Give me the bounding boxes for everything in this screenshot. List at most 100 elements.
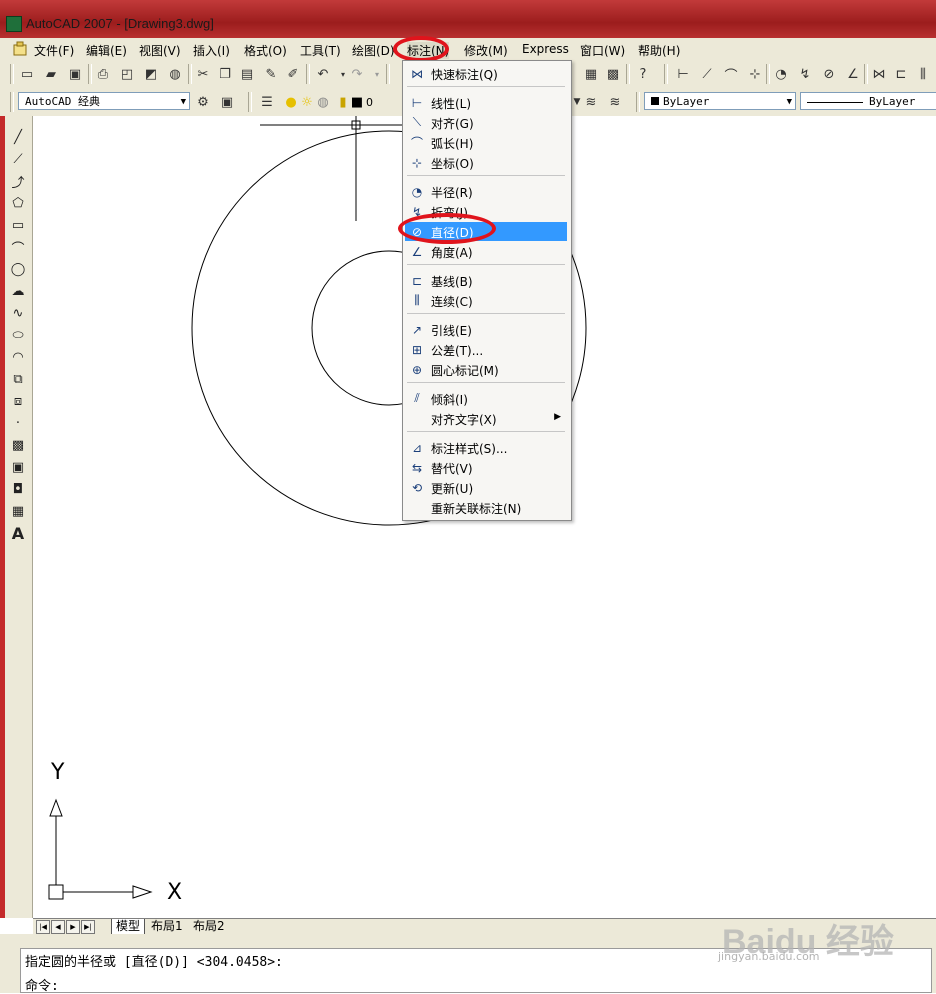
- menuitem-arc-length[interactable]: ⌒ 弧长(H): [405, 133, 567, 152]
- menuitem-align-text[interactable]: 对齐文字(X) ▶: [405, 409, 567, 428]
- menuitem-dimension-style[interactable]: ⊿ 标注样式(S)...: [405, 438, 567, 457]
- make-block-icon[interactable]: ⧈: [9, 392, 27, 410]
- rectangle-icon[interactable]: ▭: [9, 216, 27, 234]
- menuitem-override[interactable]: ⇆ 替代(V): [405, 458, 567, 477]
- command-prompt[interactable]: 命令:: [25, 975, 59, 994]
- match-properties-icon[interactable]: ✎: [262, 65, 280, 83]
- sheet-set-icon[interactable]: ▦: [582, 65, 600, 83]
- copy-icon[interactable]: ❐: [216, 65, 234, 83]
- menu-insert[interactable]: 插入(I): [193, 42, 230, 59]
- region-icon[interactable]: ◘: [9, 480, 27, 498]
- layer-manager-icon[interactable]: ☰: [258, 93, 276, 111]
- spline-icon[interactable]: ∿: [9, 304, 27, 322]
- tb-quick-dim-icon[interactable]: ⋈: [870, 65, 888, 83]
- point-icon[interactable]: ·: [9, 414, 27, 432]
- tb-ordinate-icon[interactable]: ⊹: [746, 65, 764, 83]
- polyline-icon[interactable]: ⤴: [9, 172, 27, 191]
- redo-dropdown-icon[interactable]: ▾: [368, 65, 386, 83]
- tb-arc-length-icon[interactable]: ⌒: [722, 65, 740, 84]
- construction-line-icon[interactable]: ⟋: [9, 150, 27, 168]
- workspace-select[interactable]: AutoCAD 经典 ▼: [18, 92, 190, 110]
- ellipse-icon[interactable]: ⬭: [9, 326, 27, 344]
- color-control-select[interactable]: ByLayer ▼: [644, 92, 796, 110]
- menuitem-continue[interactable]: ⫼ 连续(C): [405, 291, 567, 310]
- prev-tab-icon[interactable]: ◀: [51, 920, 65, 934]
- arc-icon[interactable]: ⌒: [9, 238, 27, 257]
- layer-previous-icon[interactable]: ≋: [606, 93, 624, 111]
- menuitem-oblique[interactable]: ⫽ 倾斜(I): [405, 389, 567, 408]
- redo-icon[interactable]: ↷: [348, 65, 366, 83]
- tb-continue-icon[interactable]: ⫼: [914, 65, 932, 83]
- workspace-settings-icon[interactable]: ⚙: [194, 93, 212, 111]
- tab-layout2[interactable]: 布局2: [189, 919, 229, 934]
- document-icon[interactable]: [12, 41, 28, 56]
- tab-layout1[interactable]: 布局1: [147, 919, 187, 934]
- table-icon[interactable]: ▦: [9, 502, 27, 520]
- chevron-down-icon: ▼: [180, 97, 186, 107]
- new-icon[interactable]: ▭: [18, 65, 36, 83]
- block-editor-icon[interactable]: ✐: [284, 65, 302, 83]
- calculator-icon[interactable]: ▩: [604, 65, 622, 83]
- gradient-icon[interactable]: ▣: [9, 458, 27, 476]
- menuitem-leader[interactable]: ↗ 引线(E): [405, 320, 567, 339]
- save-icon[interactable]: ▣: [66, 65, 84, 83]
- ellipse-arc-icon[interactable]: ◠: [9, 348, 27, 366]
- polygon-icon[interactable]: ⬠: [9, 194, 27, 212]
- first-tab-icon[interactable]: |◀: [36, 920, 50, 934]
- menuitem-linear[interactable]: ⊢ 线性(L): [405, 93, 567, 112]
- tb-jogged-icon[interactable]: ↯: [796, 65, 814, 83]
- tb-radius-icon[interactable]: ◔: [772, 65, 790, 83]
- menuitem-aligned[interactable]: ⟍ 对齐(G): [405, 113, 567, 132]
- next-tab-icon[interactable]: ▶: [66, 920, 80, 934]
- save-workspace-icon[interactable]: ▣: [218, 93, 236, 111]
- menu-modify[interactable]: 修改(M): [464, 42, 508, 59]
- menu-file[interactable]: 文件(F): [34, 42, 74, 59]
- layer-name[interactable]: 0: [366, 96, 373, 109]
- insert-block-icon[interactable]: ⧉: [9, 370, 27, 388]
- command-prompt-history: 指定圆的半径或 [直径(D)] <304.0458>:: [25, 955, 283, 970]
- menuitem-angular[interactable]: ∠ 角度(A): [405, 242, 567, 261]
- menuitem-radius[interactable]: ◔ 半径(R): [405, 182, 567, 201]
- preview-icon[interactable]: ◰: [118, 65, 136, 83]
- tb-angular-icon[interactable]: ∠: [844, 65, 862, 83]
- menuitem-baseline[interactable]: ⊏ 基线(B): [405, 271, 567, 290]
- help-icon[interactable]: ?: [634, 65, 652, 83]
- tb-diameter-icon[interactable]: ⊘: [820, 65, 838, 83]
- tb-baseline-icon[interactable]: ⊏: [892, 65, 910, 83]
- menu-tools[interactable]: 工具(T): [300, 42, 341, 59]
- linetype-control-select[interactable]: ByLayer: [800, 92, 936, 110]
- paste-icon[interactable]: ▤: [238, 65, 256, 83]
- print-icon[interactable]: ⎙: [94, 65, 112, 83]
- tb-linear-icon[interactable]: ⊢: [674, 65, 692, 83]
- last-tab-icon[interactable]: ▶|: [81, 920, 95, 934]
- undo-icon[interactable]: ↶: [314, 65, 332, 83]
- ucs-x-label: X: [167, 880, 183, 905]
- menuitem-ordinate[interactable]: ⊹ 坐标(O): [405, 153, 567, 172]
- tab-model[interactable]: 模型: [111, 919, 146, 935]
- menuitem-tolerance[interactable]: ⊞ 公差(T)...: [405, 340, 567, 359]
- menu-express[interactable]: Express: [522, 42, 569, 56]
- 3d-dwf-icon[interactable]: ◍: [166, 65, 184, 83]
- make-current-layer-icon[interactable]: ≋: [582, 93, 600, 111]
- menu-draw[interactable]: 绘图(D): [352, 42, 395, 59]
- multiline-text-icon[interactable]: A: [9, 524, 27, 543]
- autocad-app-icon[interactable]: [6, 16, 22, 32]
- menuitem-update[interactable]: ⟲ 更新(U): [405, 478, 567, 497]
- menu-format[interactable]: 格式(O): [244, 42, 287, 59]
- layer-viewport-icon[interactable]: ◍: [314, 93, 332, 111]
- menuitem-quick-dimension[interactable]: ⋈ 快速标注(Q): [405, 64, 567, 83]
- hatch-icon[interactable]: ▩: [9, 436, 27, 454]
- circle-icon[interactable]: ◯: [9, 260, 27, 278]
- menu-edit[interactable]: 编辑(E): [86, 42, 127, 59]
- line-icon[interactable]: ╱: [9, 128, 27, 146]
- menu-view[interactable]: 视图(V): [139, 42, 181, 59]
- menuitem-reassociate[interactable]: 重新关联标注(N): [405, 498, 567, 517]
- cut-icon[interactable]: ✂: [194, 65, 212, 83]
- menu-help[interactable]: 帮助(H): [638, 42, 680, 59]
- publish-icon[interactable]: ◩: [142, 65, 160, 83]
- tb-aligned-icon[interactable]: ⟋: [698, 65, 716, 83]
- menuitem-center-mark[interactable]: ⊕ 圆心标记(M): [405, 360, 567, 379]
- open-icon[interactable]: ▰: [42, 65, 60, 83]
- menu-window[interactable]: 窗口(W): [580, 42, 625, 59]
- revision-cloud-icon[interactable]: ☁: [9, 282, 27, 300]
